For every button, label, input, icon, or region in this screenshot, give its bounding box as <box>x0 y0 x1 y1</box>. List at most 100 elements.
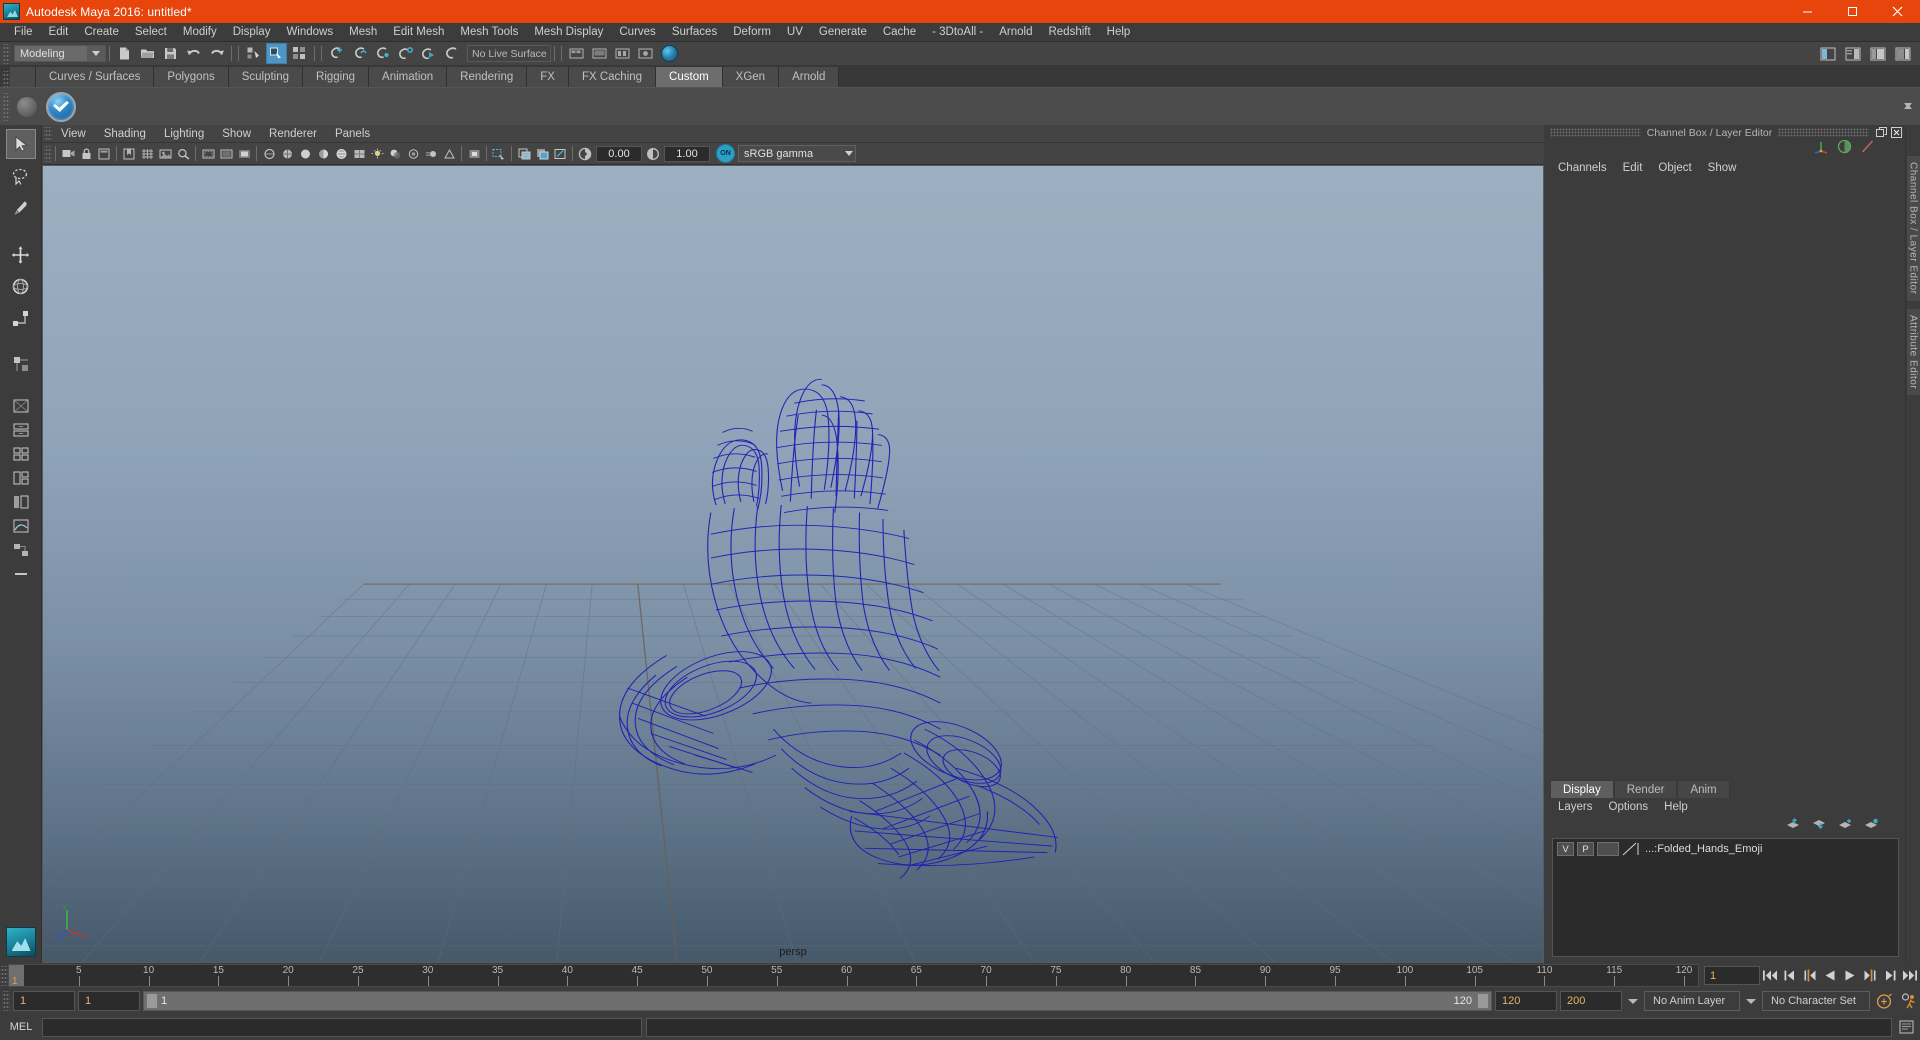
select-by-object-type-icon[interactable] <box>266 43 287 64</box>
shadows-icon[interactable] <box>386 145 404 163</box>
layer-color-swatch[interactable] <box>1622 842 1640 856</box>
menu-edit[interactable]: Edit <box>41 24 77 41</box>
shelf-tab-rendering[interactable]: Rendering <box>447 67 528 87</box>
channel-box-content[interactable] <box>1544 177 1905 779</box>
undock-icon[interactable] <box>1875 126 1888 139</box>
save-scene-icon[interactable] <box>160 43 181 64</box>
scroll-down-icon[interactable] <box>1904 103 1918 126</box>
status-line-gripper[interactable] <box>2 43 10 64</box>
move-layer-down-icon[interactable] <box>1812 817 1827 835</box>
layout-quick-more[interactable] <box>8 563 34 585</box>
viewport-menu-shading[interactable]: Shading <box>95 126 155 142</box>
maximize-icon[interactable] <box>1830 0 1875 23</box>
shelf-tab-animation[interactable]: Animation <box>369 67 448 87</box>
anim-layer-chevron-down-icon[interactable] <box>1625 991 1641 1011</box>
command-language-label[interactable]: MEL <box>4 1021 38 1033</box>
shelf-tab-fx-caching[interactable]: FX Caching <box>568 67 657 87</box>
color-management-toggle[interactable]: ON <box>716 144 735 163</box>
isolate-select-region-icon[interactable] <box>490 145 508 163</box>
channel-box-icon[interactable] <box>1892 43 1913 64</box>
snap-to-view-plane-icon[interactable] <box>418 43 439 64</box>
menu-create[interactable]: Create <box>76 24 127 41</box>
layer-list[interactable]: V P ...:Folded_Hands_Emoji <box>1552 838 1899 957</box>
tab-anim[interactable]: Anim <box>1677 780 1730 798</box>
transform-axis-icon[interactable] <box>1813 139 1829 160</box>
channel-box-menu-edit[interactable]: Edit <box>1615 161 1651 175</box>
menu-surfaces[interactable]: Surfaces <box>664 24 725 41</box>
current-frame-field[interactable]: 1 <box>1704 966 1760 985</box>
layer-shading-toggle[interactable] <box>1597 842 1619 856</box>
time-slider-current-frame-marker[interactable]: 1 <box>9 965 24 986</box>
render-view-icon[interactable] <box>635 43 656 64</box>
range-start-time-field[interactable]: 1 <box>78 991 140 1011</box>
menu-edit-mesh[interactable]: Edit Mesh <box>385 24 452 41</box>
half-circle-icon[interactable] <box>1837 139 1852 159</box>
wireframe-on-shaded-icon[interactable] <box>332 145 350 163</box>
range-slider-gripper[interactable] <box>2 991 10 1011</box>
menu-set-selector[interactable]: Modeling <box>14 45 106 62</box>
menu-deform[interactable]: Deform <box>725 24 779 41</box>
texture-icon[interactable] <box>350 145 368 163</box>
redo-icon[interactable] <box>206 43 227 64</box>
smooth-shade-icon[interactable] <box>296 145 314 163</box>
menu-3dtoall[interactable]: - 3DtoAll - <box>924 24 991 41</box>
shelf-tab-fx[interactable]: FX <box>527 67 569 87</box>
scale-tool[interactable] <box>6 303 36 333</box>
animation-end-time-field[interactable]: 200 <box>1560 991 1622 1011</box>
grid-toggle-icon[interactable] <box>138 145 156 163</box>
select-by-component-type-icon[interactable] <box>289 43 310 64</box>
wireframe-shaded-icon[interactable] <box>278 145 296 163</box>
step-back-key-icon[interactable] <box>1800 965 1820 986</box>
range-end-time-field[interactable]: 120 <box>1495 991 1557 1011</box>
layout-quick-hypershade[interactable] <box>8 539 34 561</box>
list-item[interactable]: V P ...:Folded_Hands_Emoji <box>1555 841 1896 857</box>
step-back-frame-icon[interactable] <box>1780 965 1800 986</box>
viewport-menu-renderer[interactable]: Renderer <box>260 126 326 142</box>
menu-mesh-display[interactable]: Mesh Display <box>526 24 611 41</box>
channel-box-menu-show[interactable]: Show <box>1700 161 1745 175</box>
shelf-tab-sculpting[interactable]: Sculpting <box>228 67 304 87</box>
animation-start-time-field[interactable]: 1 <box>13 991 75 1011</box>
time-slider-gripper[interactable] <box>0 965 8 986</box>
new-scene-icon[interactable] <box>114 43 135 64</box>
close-icon[interactable] <box>1875 0 1920 23</box>
menu-modify[interactable]: Modify <box>175 24 225 41</box>
persp-viewport[interactable]: persp y x z <box>42 165 1544 963</box>
slash-icon[interactable] <box>1860 139 1875 159</box>
use-all-lights-icon[interactable] <box>368 145 386 163</box>
viewport-menu-view[interactable]: View <box>52 126 95 142</box>
layout-quick-four[interactable] <box>8 443 34 465</box>
viewport-menu-panels[interactable]: Panels <box>326 126 379 142</box>
step-forward-key-icon[interactable] <box>1860 965 1880 986</box>
range-slider-right-handle[interactable] <box>1477 993 1489 1009</box>
go-to-end-icon[interactable] <box>1900 965 1920 986</box>
play-forwards-icon[interactable] <box>1840 965 1860 986</box>
undo-icon[interactable] <box>183 43 204 64</box>
layer-visibility-toggle[interactable]: V <box>1557 842 1574 856</box>
screen-space-ao-icon[interactable] <box>404 145 422 163</box>
move-layer-up-icon[interactable] <box>1786 817 1801 835</box>
layout-quick-graph[interactable] <box>8 515 34 537</box>
character-set-chevron-down-icon[interactable] <box>1743 991 1759 1011</box>
make-live-icon[interactable] <box>441 43 462 64</box>
layer-menu-options[interactable]: Options <box>1601 800 1657 814</box>
new-layer-from-selected-icon[interactable] <box>1864 817 1879 835</box>
shelf-tab-polygons[interactable]: Polygons <box>154 67 229 87</box>
camera-attributes-icon[interactable] <box>95 145 113 163</box>
gamma-value-field[interactable]: 1.00 <box>664 145 710 162</box>
channel-box-menu-channels[interactable]: Channels <box>1550 161 1615 175</box>
render-current-frame-icon[interactable] <box>566 43 587 64</box>
snap-to-projected-center-icon[interactable] <box>395 43 416 64</box>
viewport-menu-lighting[interactable]: Lighting <box>155 126 213 142</box>
viewport-menu-gripper[interactable] <box>44 126 52 141</box>
go-to-start-icon[interactable] <box>1760 965 1780 986</box>
sidetab-attribute-editor[interactable]: Attribute Editor <box>1905 307 1920 396</box>
channel-box-menu-object[interactable]: Object <box>1650 161 1699 175</box>
live-surface-field[interactable]: No Live Surface <box>467 45 551 62</box>
snap-to-curve-icon[interactable] <box>349 43 370 64</box>
two-d-pan-zoom-icon[interactable] <box>174 145 192 163</box>
auto-keyframe-icon[interactable] <box>1873 990 1895 1012</box>
motion-blur-icon[interactable] <box>422 145 440 163</box>
show-hide-editor-icon[interactable] <box>1817 43 1838 64</box>
tool-settings-icon[interactable] <box>1867 43 1888 64</box>
